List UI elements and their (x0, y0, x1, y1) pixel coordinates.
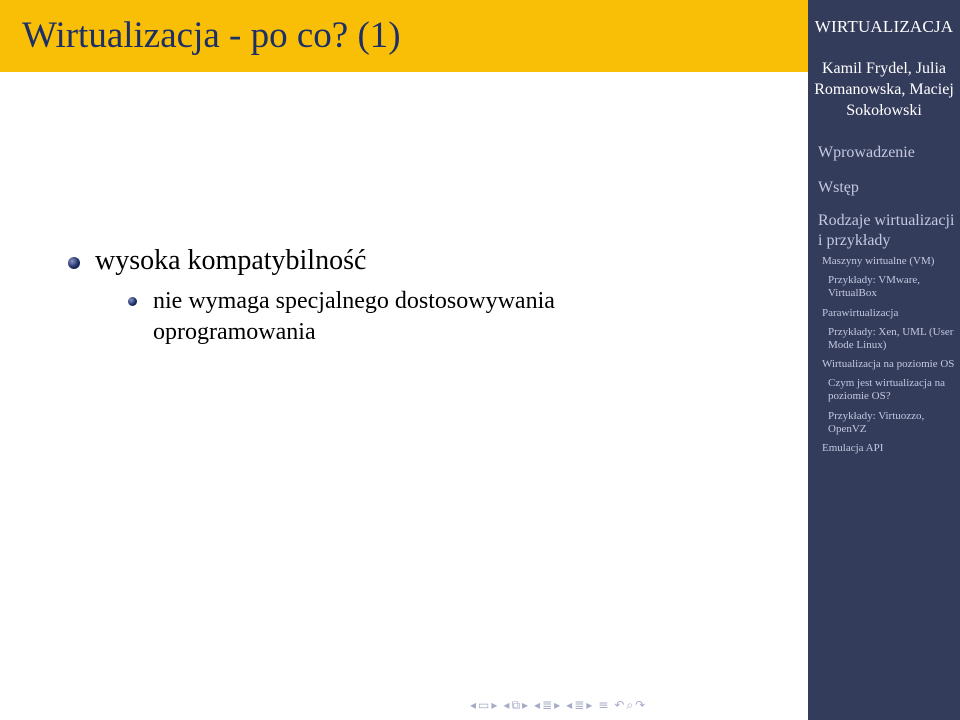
section-nav-group: ◂ ≣ ▸ (534, 699, 560, 711)
frame-next-icon[interactable]: ▸ (491, 699, 497, 711)
sidebar-section-wstep[interactable]: Wstęp (818, 178, 859, 198)
sidebar-section-rodzaje[interactable]: Rodzaje wirtualizacji i przykłady (818, 211, 958, 251)
frame-nav-group: ◂ ▭ ▸ (470, 699, 497, 711)
sidebar: WIRTUALIZACJA Kamil Frydel, Julia Romano… (808, 0, 960, 720)
sidebar-authors: Kamil Frydel, Julia Romanowska, Maciej S… (814, 60, 954, 119)
sidebar-subsub-xen-examples[interactable]: Przykłady: Xen, UML (User Mode Linux) (828, 326, 956, 352)
bullet-item: wysoka kompatybilność (95, 245, 367, 276)
sidebar-subsection-emulacja-api[interactable]: Emulacja API (822, 442, 883, 455)
section-prev-icon[interactable]: ◂ (534, 699, 540, 711)
beamer-navigation-bar: ◂ ▭ ▸ ◂ ⧉ ▸ ◂ ≣ ▸ ◂ ≣ ▸ ≡ ↶ ⌕ ↷ (470, 693, 645, 717)
subsection-nav-group: ◂ ⧉ ▸ (503, 699, 528, 711)
bullet-icon (68, 257, 80, 269)
subsub-prev-icon[interactable]: ◂ (566, 699, 572, 711)
search-nav-group: ↶ ⌕ ↷ (614, 699, 645, 711)
subsection-prev-icon[interactable]: ◂ (503, 699, 509, 711)
sidebar-subsection-vm[interactable]: Maszyny wirtualne (VM) (822, 255, 934, 268)
sidebar-subsub-vm-examples[interactable]: Przykłady: VMware, VirtualBox (828, 274, 936, 300)
subsub-next-icon[interactable]: ▸ (586, 699, 592, 711)
frame-icon[interactable]: ▭ (478, 699, 489, 711)
subsection-icon[interactable]: ⧉ (511, 699, 520, 711)
search-forward-icon[interactable]: ↷ (635, 699, 645, 711)
frame-title: Wirtualizacja - po co? (1) (22, 15, 401, 56)
frame-title-bar: Wirtualizacja - po co? (1) (0, 0, 808, 72)
section-next-icon[interactable]: ▸ (554, 699, 560, 711)
sidebar-subsub-os-level-what[interactable]: Czym jest wirtualizacja na poziomie OS? (828, 377, 956, 403)
subsub-icon[interactable]: ≣ (574, 699, 584, 711)
frame-prev-icon[interactable]: ◂ (470, 699, 476, 711)
align-icon[interactable]: ≡ (598, 699, 608, 711)
search-icon[interactable]: ⌕ (626, 699, 633, 711)
subsection-next-icon[interactable]: ▸ (522, 699, 528, 711)
sidebar-title[interactable]: WIRTUALIZACJA (808, 17, 960, 37)
sidebar-subsub-os-level-examples[interactable]: Przykłady: Virtuozzo, OpenVZ (828, 410, 936, 436)
section-icon[interactable]: ≣ (542, 699, 552, 711)
sidebar-subsection-os-level[interactable]: Wirtualizacja na poziomie OS (822, 358, 954, 371)
search-back-icon[interactable]: ↶ (614, 699, 624, 711)
sub-bullet-item: nie wymaga specjalnego dostosowywania op… (153, 288, 555, 345)
sub-bullet-icon (128, 297, 137, 306)
sidebar-subsection-parawirtualizacja[interactable]: Parawirtualizacja (822, 307, 898, 320)
subsub-nav-group: ◂ ≣ ▸ (566, 699, 592, 711)
sidebar-section-wprowadzenie[interactable]: Wprowadzenie (818, 143, 915, 163)
